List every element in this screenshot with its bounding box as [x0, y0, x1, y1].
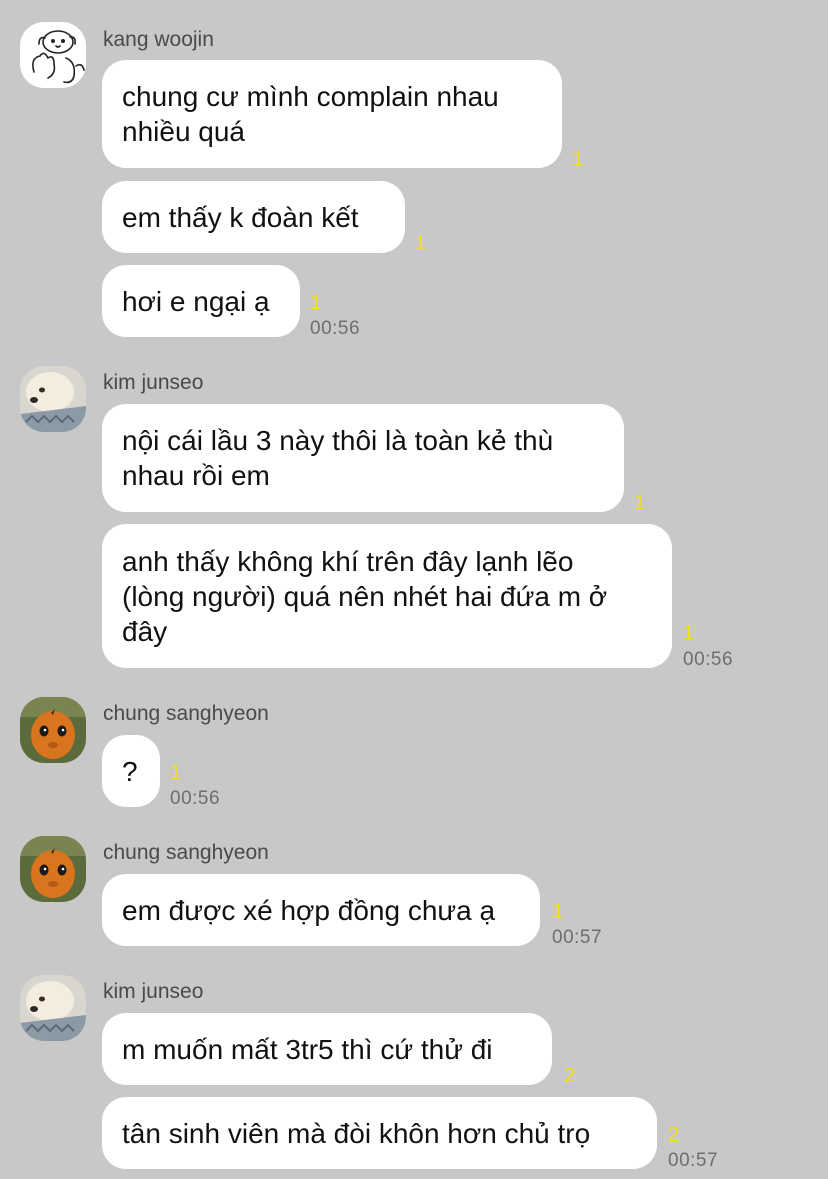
message-bubble[interactable]: ? — [102, 735, 160, 807]
unread-count: 1 — [170, 762, 182, 784]
message-text: m muốn mất 3tr5 thì cứ thử đi — [122, 1033, 493, 1065]
message-text: nội cái lầu 3 này thôi là toàn kẻ thù nh… — [122, 425, 554, 491]
message-bubble[interactable]: em được xé hợp đồng chưa ạ — [102, 874, 540, 946]
message-text: ? — [122, 755, 138, 787]
message-text: chung cư mình complain nhau nhiều quá — [122, 81, 499, 147]
message-bubble[interactable]: nội cái lầu 3 này thôi là toàn kẻ thù nh… — [102, 404, 624, 512]
unread-count: 1 — [572, 148, 584, 170]
orange-character-avatar-icon — [20, 836, 86, 902]
orange-character-avatar-icon — [20, 697, 86, 763]
message-bubble[interactable]: chung cư mình complain nhau nhiều quá — [102, 60, 562, 168]
unread-count: 1 — [683, 622, 695, 644]
message-text: anh thấy không khí trên đây lạnh lẽo (lò… — [122, 545, 608, 647]
avatar-kim-junseo[interactable] — [20, 366, 86, 432]
avatar-chung-sanghyeon[interactable] — [20, 836, 86, 902]
avatar-kang-woojin[interactable] — [20, 22, 86, 88]
sender-name: kim junseo — [103, 371, 204, 394]
message-time: 00:56 — [310, 318, 361, 339]
unread-count: 1 — [552, 901, 564, 923]
fluffy-dog-avatar-icon — [20, 975, 86, 1041]
message-text: em thấy k đoàn kết — [122, 201, 359, 233]
message-time: 00:56 — [683, 649, 734, 670]
message-bubble[interactable]: m muốn mất 3tr5 thì cứ thử đi — [102, 1013, 552, 1085]
unread-count: 1 — [415, 233, 427, 255]
fluffy-dog-avatar-icon — [20, 366, 86, 432]
message-time: 00:57 — [552, 927, 603, 948]
unread-count: 2 — [564, 1065, 576, 1087]
message-time: 00:56 — [170, 788, 221, 809]
message-text: tân sinh viên mà đòi khôn hơn chủ trọ — [122, 1117, 591, 1149]
sender-name: chung sanghyeon — [103, 702, 269, 725]
dog-sketch-avatar-icon — [20, 22, 86, 88]
message-text: em được xé hợp đồng chưa ạ — [122, 894, 496, 926]
unread-count: 1 — [634, 492, 646, 514]
unread-count: 1 — [310, 292, 322, 314]
message-bubble[interactable]: em thấy k đoàn kết — [102, 181, 405, 253]
sender-name: chung sanghyeon — [103, 841, 269, 864]
avatar-chung-sanghyeon[interactable] — [20, 697, 86, 763]
message-bubble[interactable]: hơi e ngại ạ — [102, 265, 300, 337]
message-bubble[interactable]: tân sinh viên mà đòi khôn hơn chủ trọ — [102, 1097, 657, 1169]
unread-count: 2 — [668, 1124, 680, 1146]
sender-name: kang woojin — [103, 28, 214, 51]
message-text: hơi e ngại ạ — [122, 285, 270, 317]
avatar-kim-junseo[interactable] — [20, 975, 86, 1041]
message-bubble[interactable]: anh thấy không khí trên đây lạnh lẽo (lò… — [102, 524, 672, 668]
sender-name: kim junseo — [103, 980, 204, 1003]
message-time: 00:57 — [668, 1150, 719, 1171]
